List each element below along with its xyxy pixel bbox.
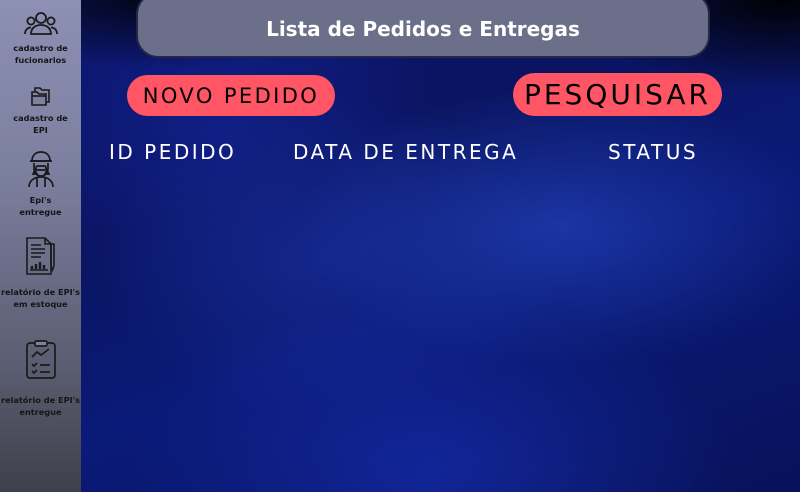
folders-icon [29, 84, 53, 108]
protective-worker-icon [27, 150, 55, 188]
sidebar-item-label: relatório de EPI's em estoque [0, 287, 81, 309]
users-icon [23, 10, 58, 40]
sidebar-item-epis-entregue[interactable]: Epi's entregue [0, 150, 81, 218]
clipboard-checklist-icon [24, 340, 58, 380]
new-order-button[interactable]: NOVO PEDIDO [127, 75, 335, 116]
sidebar-item-relatorio-entregue[interactable]: relatório de EPI's entregue [0, 340, 81, 418]
title-bar: Lista de Pedidos e Entregas [136, 0, 710, 58]
page-title: Lista de Pedidos e Entregas [266, 17, 580, 41]
column-header-id-pedido: ID PEDIDO [109, 140, 237, 164]
sidebar-item-label: cadastro de fucionarios [13, 43, 68, 65]
search-button[interactable]: PESQUISAR [513, 73, 722, 116]
sidebar-item-label: cadastro de EPI [13, 113, 68, 135]
column-header-status: STATUS [608, 140, 699, 164]
sidebar-item-cadastro-funcionarios[interactable]: cadastro de fucionarios [0, 10, 81, 66]
background-vignette-bottom [0, 372, 800, 492]
column-header-data-entrega: DATA DE ENTREGA [293, 140, 519, 164]
sidebar: cadastro de fucionarios cadastro de EPI [0, 0, 81, 492]
sidebar-item-relatorio-estoque[interactable]: relatório de EPI's em estoque [0, 236, 81, 310]
sidebar-item-label: relatório de EPI's entregue [0, 395, 81, 417]
report-chart-icon [23, 236, 59, 276]
sidebar-item-label: Epi's entregue [19, 195, 62, 217]
sidebar-item-cadastro-epi[interactable]: cadastro de EPI [0, 84, 81, 136]
